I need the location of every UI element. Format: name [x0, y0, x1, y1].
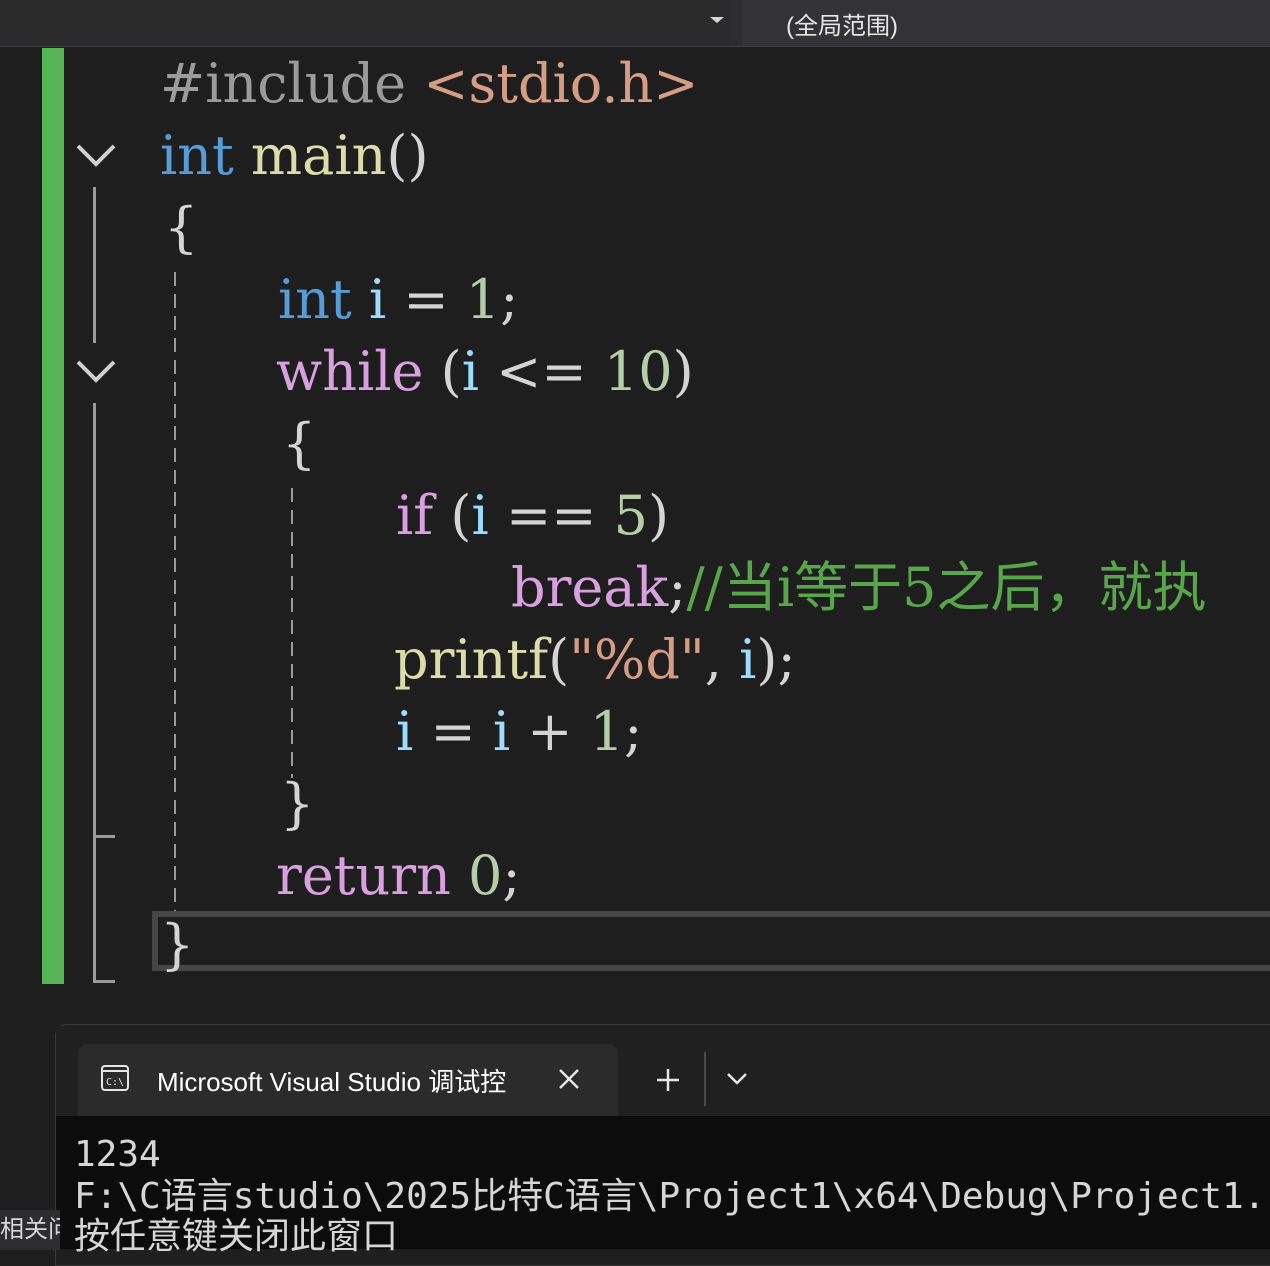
fold-chevron-down-icon[interactable] — [76, 358, 116, 383]
operator: <= — [479, 340, 604, 403]
function-name: main — [250, 124, 387, 187]
code-line[interactable]: #include <stdio.h> — [160, 49, 699, 119]
variable: i — [396, 700, 414, 763]
code-line[interactable]: { — [164, 193, 198, 263]
code-line[interactable]: } — [160, 910, 194, 980]
function-name: printf — [394, 628, 549, 691]
operator: = — [413, 700, 493, 763]
punctuation: ) — [647, 484, 670, 547]
number: 10 — [603, 340, 673, 403]
brace: } — [160, 913, 195, 976]
number: 5 — [613, 484, 648, 547]
variable: i — [368, 268, 387, 331]
code-line[interactable]: while (i <= 10) — [276, 337, 694, 407]
include-path: <stdio.h> — [423, 52, 699, 115]
console-output-line: F:\C语言studio\2025比特C语言\Project1\x64\Debu… — [74, 1176, 1266, 1217]
operator: = — [386, 268, 466, 331]
code-line[interactable]: return 0; — [276, 841, 521, 911]
current-line-highlight — [152, 911, 1270, 971]
keyword: int — [278, 268, 352, 331]
code-line[interactable]: int i = 1; — [278, 265, 518, 335]
variable: i — [739, 628, 757, 691]
brace: { — [164, 196, 199, 259]
control-keyword: if — [396, 484, 434, 547]
close-icon[interactable] — [556, 1066, 582, 1092]
code-line[interactable]: i = i + 1; — [396, 697, 642, 767]
code-line[interactable]: { — [282, 409, 316, 479]
caret-down-icon[interactable] — [710, 17, 724, 23]
indicator-margin — [0, 47, 40, 1012]
punctuation: ); — [756, 628, 796, 691]
preprocessor: #include — [160, 52, 424, 115]
punctuation: ) — [672, 340, 694, 403]
punctuation: ; — [668, 556, 687, 619]
tab-separator — [704, 1052, 706, 1106]
code-line[interactable]: printf("%d", i); — [394, 625, 796, 695]
member-dropdown[interactable] — [0, 0, 730, 46]
control-keyword: return — [276, 844, 451, 907]
punctuation: , — [704, 628, 740, 691]
string-literal: "%d" — [569, 628, 705, 691]
code-line[interactable]: int main() — [160, 121, 429, 191]
console-output-line: 按任意键关闭此窗口 — [74, 1216, 399, 1257]
fold-outline-end — [93, 980, 115, 983]
number: 1 — [465, 268, 501, 331]
fold-outline — [93, 187, 96, 343]
scope-label: (全局范围) — [786, 13, 898, 40]
punctuation: ; — [500, 268, 519, 331]
number: 0 — [468, 844, 503, 907]
keyword: int — [160, 124, 234, 187]
punctuation: ; — [502, 844, 521, 907]
punctuation: () — [386, 124, 429, 187]
fold-outline — [93, 403, 96, 983]
related-panel-tab[interactable]: 相关问 — [0, 1210, 60, 1250]
number: 1 — [589, 700, 625, 763]
code-line[interactable]: if (i == 5) — [396, 481, 669, 551]
punctuation: ; — [624, 700, 643, 763]
fold-chevron-down-icon[interactable] — [76, 142, 116, 167]
punctuation: ( — [548, 628, 570, 691]
fold-outline-end — [93, 835, 115, 838]
control-keyword: while — [276, 340, 424, 403]
code-line[interactable]: break;//当i等于5之后，就执 — [511, 553, 1206, 623]
console-output-line: 1234 — [74, 1134, 161, 1175]
brace: } — [280, 772, 315, 835]
punctuation: ( — [433, 484, 472, 547]
console-tab-title: Microsoft Visual Studio 调试控 — [157, 1067, 507, 1097]
variable: i — [492, 700, 511, 763]
code-line[interactable]: } — [280, 769, 314, 839]
chevron-down-icon[interactable] — [724, 1068, 750, 1090]
console-app-icon: C:\ — [100, 1063, 130, 1093]
comment: //当i等于5之后，就执 — [686, 556, 1207, 619]
brace: { — [282, 412, 317, 475]
punctuation: ( — [423, 340, 462, 403]
svg-text:C:\: C:\ — [106, 1077, 124, 1088]
indent-guide — [291, 488, 293, 778]
variable: i — [461, 340, 480, 403]
operator: + — [510, 700, 590, 763]
variable: i — [471, 484, 489, 547]
operator: == — [488, 484, 614, 547]
change-tracking-bar — [42, 48, 64, 984]
control-keyword: break — [511, 556, 669, 619]
indent-guide — [174, 272, 176, 912]
plus-icon[interactable] — [654, 1066, 682, 1094]
